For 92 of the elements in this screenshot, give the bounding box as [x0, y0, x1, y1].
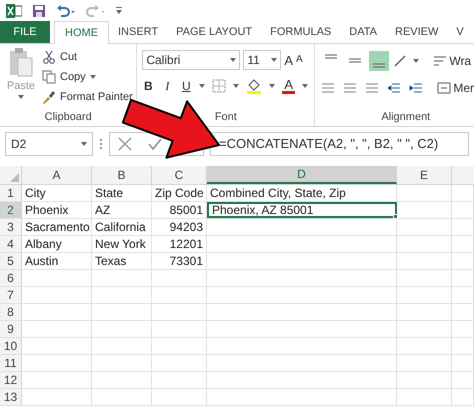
customize-icon[interactable] [116, 7, 122, 14]
font-size-field[interactable]: 11 [243, 50, 282, 70]
wrap-icon [433, 55, 448, 67]
table-cell: Austin [22, 253, 92, 269]
table-cell: State [92, 185, 152, 201]
group-label: Font [214, 110, 237, 125]
column-header[interactable]: B [92, 166, 152, 184]
shrink-font-button[interactable]: A [296, 55, 303, 65]
align-lines-icon[interactable] [365, 82, 380, 94]
table-cell: 85001 [152, 202, 207, 218]
format-painter-button[interactable]: Format Painter [42, 88, 133, 106]
row-header[interactable]: 9 [0, 321, 22, 337]
caret-icon [199, 84, 206, 88]
italic-button[interactable]: I [161, 77, 174, 95]
table-cell: Combined City, State, Zip [207, 185, 397, 201]
merge-button[interactable]: Mer [437, 79, 474, 97]
font-name-field[interactable]: Calibri [142, 50, 240, 70]
table-cell: 12201 [152, 236, 207, 252]
save-icon[interactable] [32, 4, 46, 18]
ribbon-tab[interactable]: DATA [340, 21, 386, 43]
bold-button[interactable]: B [142, 77, 154, 95]
undo-icon[interactable] [56, 4, 76, 16]
wrap-text-button[interactable]: Wra [433, 52, 472, 70]
clipboard-icon [9, 48, 33, 78]
row-header[interactable]: 12 [0, 372, 22, 388]
grow-font-button[interactable]: A [284, 54, 294, 66]
row-header[interactable]: 6 [0, 270, 22, 286]
ribbon-tab[interactable]: PAGE LAYOUT [167, 21, 262, 43]
table-cell: New York [92, 236, 152, 252]
caret-icon [90, 75, 96, 79]
spreadsheet-logo-icon[interactable] [6, 4, 22, 18]
row-header[interactable]: 3 [0, 219, 22, 235]
table-cell: City [22, 185, 92, 201]
ribbon-tab[interactable]: FORMULAS [261, 21, 340, 43]
caret-icon [230, 58, 236, 62]
caret-icon [233, 84, 240, 88]
name-box[interactable]: D2 [5, 132, 93, 156]
row-header[interactable]: 7 [0, 287, 22, 303]
table-cell: 73301 [152, 253, 207, 269]
check-icon[interactable] [148, 137, 162, 151]
table-cell: Phoenix [22, 202, 92, 218]
table-cell: Albany [22, 236, 92, 252]
group-label: Clipboard [44, 110, 93, 125]
row-header[interactable]: 4 [0, 236, 22, 252]
row-header[interactable]: 13 [0, 389, 22, 405]
table-cell: California [92, 219, 152, 235]
cut-button[interactable]: Cut [42, 48, 133, 66]
caret-icon [271, 58, 278, 62]
brush-icon [42, 90, 56, 104]
more-icon [99, 138, 103, 150]
copy-icon [42, 70, 56, 84]
ribbon-tab[interactable]: REVIEW [386, 21, 448, 43]
ribbon-tab[interactable]: FILE [0, 21, 50, 43]
scissors-icon [42, 50, 56, 64]
underline-button[interactable]: U [180, 77, 192, 95]
merge-icon [437, 82, 452, 94]
table-cell: Sacramento [22, 219, 92, 235]
row-header[interactable]: 8 [0, 304, 22, 320]
caret-icon [18, 94, 24, 98]
row-header[interactable]: 2 [0, 202, 22, 218]
ribbon-tab[interactable]: HOME [54, 21, 109, 44]
caret-icon [81, 142, 87, 146]
fill-handle[interactable] [393, 214, 398, 219]
close-icon[interactable] [118, 137, 132, 151]
table-cell: Phoenix, AZ 85001 [207, 202, 397, 218]
caret-icon [302, 84, 308, 88]
ribbon-tab[interactable]: INSERT [109, 21, 168, 43]
formula-field[interactable]: =CONCATENATE(A2, ", ", B2, " ", C2) [210, 132, 469, 156]
row-header[interactable]: 1 [0, 185, 22, 201]
copy-button[interactable]: Copy [42, 68, 133, 86]
table-cell: 94203 [152, 219, 207, 235]
fill-color-icon[interactable] [246, 78, 262, 94]
indent-icon[interactable] [409, 82, 424, 94]
group-label: Alignment [381, 110, 432, 125]
align-lines-icon[interactable] [343, 82, 358, 94]
borders-icon[interactable] [212, 79, 226, 93]
table-cell: Zip Code [152, 185, 207, 201]
ribbon-tab[interactable]: V [447, 21, 473, 43]
caret-icon [269, 84, 276, 88]
align-icon[interactable] [369, 51, 390, 71]
align-lines-icon[interactable] [321, 82, 336, 94]
table-cell: AZ [92, 202, 152, 218]
row-header[interactable]: 5 [0, 253, 22, 269]
caret-icon [413, 59, 420, 63]
column-header[interactable]: D [207, 166, 397, 184]
row-header[interactable]: 10 [0, 338, 22, 354]
table-cell: Texas [92, 253, 152, 269]
column-header[interactable]: E [397, 166, 452, 184]
row-header[interactable]: 11 [0, 355, 22, 371]
indent-icon[interactable] [387, 82, 402, 94]
column-header[interactable]: A [22, 166, 92, 184]
font-color-button[interactable]: A [282, 78, 296, 94]
